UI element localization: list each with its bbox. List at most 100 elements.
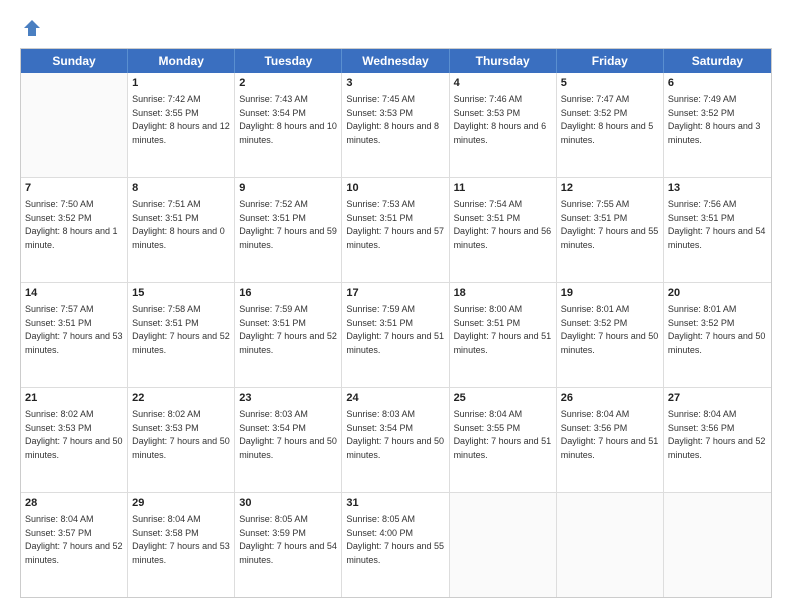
- calendar-cell: 15 Sunrise: 7:58 AM Sunset: 3:51 PM Dayli…: [128, 283, 235, 387]
- day-number: 16: [239, 286, 337, 301]
- cell-info: Sunrise: 7:59 AM Sunset: 3:51 PM Dayligh…: [239, 304, 337, 355]
- cell-info: Sunrise: 7:56 AM Sunset: 3:51 PM Dayligh…: [668, 199, 766, 250]
- cell-info: Sunrise: 7:54 AM Sunset: 3:51 PM Dayligh…: [454, 199, 552, 250]
- cell-info: Sunrise: 8:03 AM Sunset: 3:54 PM Dayligh…: [346, 409, 444, 460]
- calendar-header-cell: Wednesday: [342, 49, 449, 73]
- calendar-header-cell: Sunday: [21, 49, 128, 73]
- calendar-cell: 8Sunrise: 7:51 AM Sunset: 3:51 PM Daylig…: [128, 178, 235, 282]
- cell-info: Sunrise: 8:05 AM Sunset: 3:59 PM Dayligh…: [239, 514, 337, 565]
- calendar-cell: 12 Sunrise: 7:55 AM Sunset: 3:51 PM Dayli…: [557, 178, 664, 282]
- day-number: 25: [454, 391, 552, 406]
- day-number: 22: [132, 391, 230, 406]
- cell-info: Sunrise: 7:46 AM Sunset: 3:53 PM Dayligh…: [454, 94, 547, 145]
- calendar-cell: 6Sunrise: 7:49 AM Sunset: 3:52 PM Daylig…: [664, 73, 771, 177]
- calendar-cell: 25 Sunrise: 8:04 AM Sunset: 3:55 PM Dayli…: [450, 388, 557, 492]
- calendar-header-cell: Friday: [557, 49, 664, 73]
- day-number: 17: [346, 286, 444, 301]
- calendar-cell: 21 Sunrise: 8:02 AM Sunset: 3:53 PM Dayli…: [21, 388, 128, 492]
- calendar-header-cell: Thursday: [450, 49, 557, 73]
- day-number: 13: [668, 181, 767, 196]
- day-number: 7: [25, 181, 123, 196]
- cell-info: Sunrise: 7:59 AM Sunset: 3:51 PM Dayligh…: [346, 304, 444, 355]
- day-number: 21: [25, 391, 123, 406]
- calendar-cell: 13 Sunrise: 7:56 AM Sunset: 3:51 PM Dayli…: [664, 178, 771, 282]
- calendar-cell: 22 Sunrise: 8:02 AM Sunset: 3:53 PM Dayli…: [128, 388, 235, 492]
- calendar-cell: 18Sunrise: 8:00 AM Sunset: 3:51 PM Dayli…: [450, 283, 557, 387]
- day-number: 29: [132, 496, 230, 511]
- cell-info: Sunrise: 7:58 AM Sunset: 3:51 PM Dayligh…: [132, 304, 230, 355]
- logo-icon: [22, 18, 42, 38]
- cell-info: Sunrise: 7:50 AM Sunset: 3:52 PM Dayligh…: [25, 199, 118, 250]
- calendar-body: 1 Sunrise: 7:42 AM Sunset: 3:55 PM Daylig…: [21, 73, 771, 597]
- cell-info: Sunrise: 8:04 AM Sunset: 3:56 PM Dayligh…: [668, 409, 766, 460]
- calendar-cell: [450, 493, 557, 597]
- calendar-cell: [557, 493, 664, 597]
- calendar-week: 21 Sunrise: 8:02 AM Sunset: 3:53 PM Dayli…: [21, 388, 771, 493]
- cell-info: Sunrise: 7:43 AM Sunset: 3:54 PM Dayligh…: [239, 94, 337, 145]
- cell-info: Sunrise: 7:42 AM Sunset: 3:55 PM Dayligh…: [132, 94, 230, 145]
- day-number: 14: [25, 286, 123, 301]
- day-number: 9: [239, 181, 337, 196]
- calendar-cell: 23 Sunrise: 8:03 AM Sunset: 3:54 PM Dayli…: [235, 388, 342, 492]
- day-number: 27: [668, 391, 767, 406]
- day-number: 1: [132, 76, 230, 91]
- cell-info: Sunrise: 8:03 AM Sunset: 3:54 PM Dayligh…: [239, 409, 337, 460]
- day-number: 3: [346, 76, 444, 91]
- calendar-cell: 24Sunrise: 8:03 AM Sunset: 3:54 PM Dayli…: [342, 388, 449, 492]
- calendar-cell: [664, 493, 771, 597]
- calendar-cell: 19 Sunrise: 8:01 AM Sunset: 3:52 PM Dayli…: [557, 283, 664, 387]
- day-number: 28: [25, 496, 123, 511]
- day-number: 12: [561, 181, 659, 196]
- day-number: 26: [561, 391, 659, 406]
- calendar-cell: 3 Sunrise: 7:45 AM Sunset: 3:53 PM Daylig…: [342, 73, 449, 177]
- calendar-cell: [21, 73, 128, 177]
- calendar-cell: 26Sunrise: 8:04 AM Sunset: 3:56 PM Dayli…: [557, 388, 664, 492]
- cell-info: Sunrise: 7:53 AM Sunset: 3:51 PM Dayligh…: [346, 199, 444, 250]
- day-number: 2: [239, 76, 337, 91]
- calendar: SundayMondayTuesdayWednesdayThursdayFrid…: [20, 48, 772, 598]
- day-number: 5: [561, 76, 659, 91]
- cell-info: Sunrise: 8:01 AM Sunset: 3:52 PM Dayligh…: [668, 304, 766, 355]
- logo: [20, 18, 42, 38]
- calendar-header-cell: Tuesday: [235, 49, 342, 73]
- cell-info: Sunrise: 8:02 AM Sunset: 3:53 PM Dayligh…: [132, 409, 230, 460]
- cell-info: Sunrise: 7:49 AM Sunset: 3:52 PM Dayligh…: [668, 94, 761, 145]
- calendar-cell: 7 Sunrise: 7:50 AM Sunset: 3:52 PM Daylig…: [21, 178, 128, 282]
- calendar-week: 28Sunrise: 8:04 AM Sunset: 3:57 PM Dayli…: [21, 493, 771, 597]
- calendar-week: 1 Sunrise: 7:42 AM Sunset: 3:55 PM Daylig…: [21, 73, 771, 178]
- calendar-cell: 17 Sunrise: 7:59 AM Sunset: 3:51 PM Dayli…: [342, 283, 449, 387]
- day-number: 30: [239, 496, 337, 511]
- cell-info: Sunrise: 7:55 AM Sunset: 3:51 PM Dayligh…: [561, 199, 659, 250]
- calendar-cell: 20Sunrise: 8:01 AM Sunset: 3:52 PM Dayli…: [664, 283, 771, 387]
- day-number: 15: [132, 286, 230, 301]
- calendar-cell: 14 Sunrise: 7:57 AM Sunset: 3:51 PM Dayli…: [21, 283, 128, 387]
- cell-info: Sunrise: 7:57 AM Sunset: 3:51 PM Dayligh…: [25, 304, 123, 355]
- calendar-week: 14 Sunrise: 7:57 AM Sunset: 3:51 PM Dayli…: [21, 283, 771, 388]
- day-number: 23: [239, 391, 337, 406]
- day-number: 4: [454, 76, 552, 91]
- calendar-cell: 29 Sunrise: 8:04 AM Sunset: 3:58 PM Dayli…: [128, 493, 235, 597]
- day-number: 8: [132, 181, 230, 196]
- cell-info: Sunrise: 8:01 AM Sunset: 3:52 PM Dayligh…: [561, 304, 659, 355]
- calendar-cell: 4 Sunrise: 7:46 AM Sunset: 3:53 PM Daylig…: [450, 73, 557, 177]
- cell-info: Sunrise: 7:47 AM Sunset: 3:52 PM Dayligh…: [561, 94, 654, 145]
- cell-info: Sunrise: 8:04 AM Sunset: 3:58 PM Dayligh…: [132, 514, 230, 565]
- page: SundayMondayTuesdayWednesdayThursdayFrid…: [0, 0, 792, 612]
- cell-info: Sunrise: 7:52 AM Sunset: 3:51 PM Dayligh…: [239, 199, 337, 250]
- cell-info: Sunrise: 7:45 AM Sunset: 3:53 PM Dayligh…: [346, 94, 439, 145]
- calendar-cell: 28Sunrise: 8:04 AM Sunset: 3:57 PM Dayli…: [21, 493, 128, 597]
- calendar-header-cell: Monday: [128, 49, 235, 73]
- day-number: 11: [454, 181, 552, 196]
- calendar-cell: 5 Sunrise: 7:47 AM Sunset: 3:52 PM Daylig…: [557, 73, 664, 177]
- cell-info: Sunrise: 8:04 AM Sunset: 3:55 PM Dayligh…: [454, 409, 552, 460]
- calendar-header: SundayMondayTuesdayWednesdayThursdayFrid…: [21, 49, 771, 73]
- calendar-cell: 9 Sunrise: 7:52 AM Sunset: 3:51 PM Daylig…: [235, 178, 342, 282]
- cell-info: Sunrise: 8:05 AM Sunset: 4:00 PM Dayligh…: [346, 514, 444, 565]
- day-number: 31: [346, 496, 444, 511]
- calendar-week: 7 Sunrise: 7:50 AM Sunset: 3:52 PM Daylig…: [21, 178, 771, 283]
- day-number: 10: [346, 181, 444, 196]
- cell-info: Sunrise: 8:02 AM Sunset: 3:53 PM Dayligh…: [25, 409, 123, 460]
- calendar-cell: 11 Sunrise: 7:54 AM Sunset: 3:51 PM Dayli…: [450, 178, 557, 282]
- calendar-cell: 10 Sunrise: 7:53 AM Sunset: 3:51 PM Dayli…: [342, 178, 449, 282]
- day-number: 19: [561, 286, 659, 301]
